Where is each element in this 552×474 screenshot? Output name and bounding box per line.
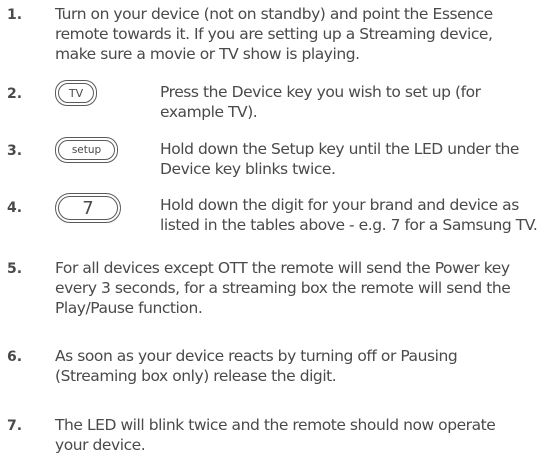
step-5-number: 5. <box>7 261 23 277</box>
digit-7-key-icon: 7 <box>55 193 121 223</box>
step-4-text: Hold down the digit for your brand and d… <box>160 196 538 234</box>
step-4-number: 4. <box>7 200 23 216</box>
step-5-text: For all devices except OTT the remote wi… <box>55 259 511 317</box>
step-1-text: Turn on your device (not on standby) and… <box>55 5 493 63</box>
tv-key-icon: TV <box>55 80 97 106</box>
setup-key-label: setup <box>71 144 102 156</box>
step-7-text: The LED will blink twice and the remote … <box>55 416 496 454</box>
step-3-number: 3. <box>7 143 23 159</box>
step-3-text: Hold down the Setup key until the LED un… <box>160 140 519 178</box>
step-2-number: 2. <box>7 86 23 102</box>
step-2-text: Press the Device key you wish to set up … <box>160 83 481 121</box>
step-6-text: As soon as your device reacts by turning… <box>55 347 458 385</box>
digit-7-key-label: 7 <box>82 197 94 219</box>
setup-key-icon: setup <box>55 137 118 163</box>
step-1-number: 1. <box>7 7 23 23</box>
step-7-number: 7. <box>7 418 23 434</box>
tv-key-label: TV <box>68 86 84 100</box>
step-6-number: 6. <box>7 349 23 365</box>
